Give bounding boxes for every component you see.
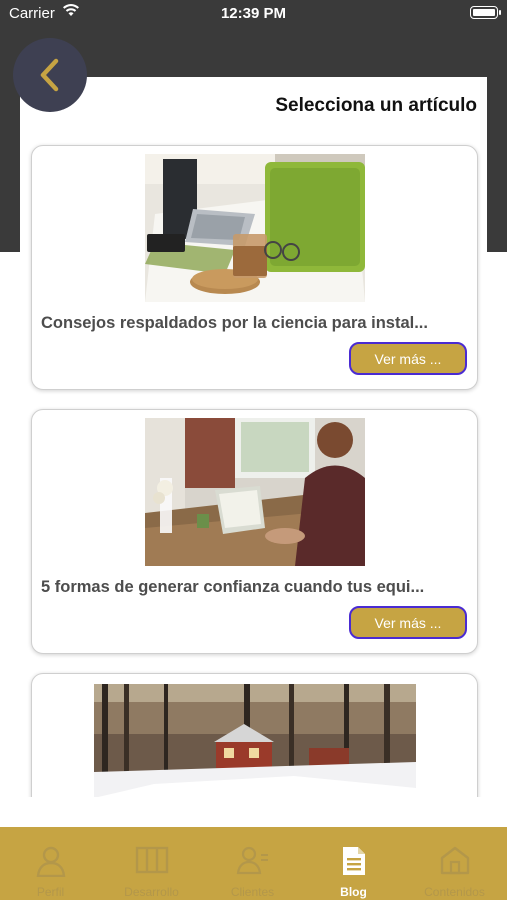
status-bar: Carrier 12:39 PM [0,0,507,28]
article-image [145,154,365,302]
tab-bar: Perfil Desarrollo Clientes Blog Contenid… [0,827,507,900]
home-icon [439,845,471,880]
read-more-button[interactable]: Ver más ... [349,342,467,375]
tab-desarrollo[interactable]: Desarrollo [101,827,202,900]
tab-label: Perfil [36,885,65,899]
article-list-panel: Selecciona un artículo Consejos respalda… [20,77,487,797]
document-icon [340,845,368,882]
read-more-button[interactable]: Ver más ... [349,606,467,639]
back-button[interactable] [13,38,87,112]
person-icon [35,845,67,882]
tab-label: Desarrollo [124,885,179,899]
clock: 12:39 PM [220,5,287,22]
article-title: 5 formas de generar confianza cuando tus… [41,578,425,596]
chevron-left-icon [40,58,59,92]
tab-label: Clientes [230,885,275,899]
page-title: Selecciona un artículo [275,95,477,116]
tab-blog[interactable]: Blog [303,827,404,900]
tab-clientes[interactable]: Clientes [202,827,303,900]
article-title: Consejos respaldados por la ciencia para… [41,314,428,332]
battery-icon [470,6,501,19]
tab-contenidos[interactable]: Contenidos [404,827,505,900]
article-card[interactable] [31,673,478,797]
tab-label: Contenidos [424,885,485,899]
tab-label: Blog [340,885,367,899]
article-card[interactable]: 5 formas de generar confianza cuando tus… [31,409,478,654]
book-icon [135,845,169,880]
article-image [145,418,365,566]
tab-perfil[interactable]: Perfil [0,827,101,900]
article-image [94,684,416,797]
users-icon [236,845,270,880]
article-card[interactable]: Consejos respaldados por la ciencia para… [31,145,478,390]
